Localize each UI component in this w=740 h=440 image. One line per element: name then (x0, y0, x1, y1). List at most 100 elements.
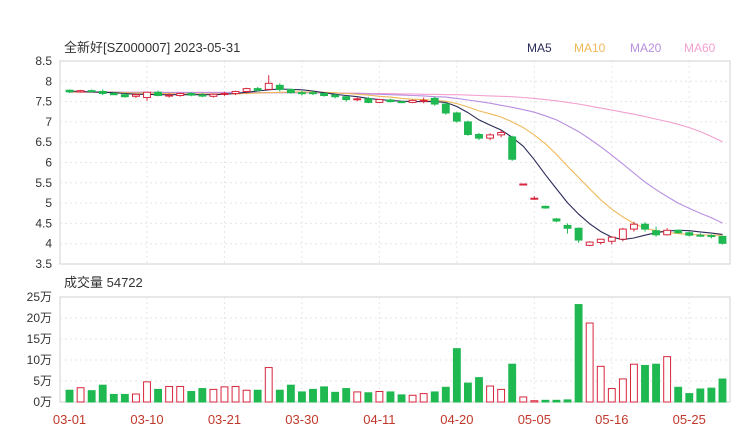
date-tick-label: 04-11 (363, 412, 395, 427)
candle (87, 89, 96, 93)
candle (76, 89, 85, 93)
price-y-tick: 4 (45, 237, 52, 251)
volume-bar (408, 394, 417, 403)
candle-body (707, 235, 716, 238)
candle (397, 100, 406, 104)
volume-bar (120, 393, 129, 403)
volume-bar (508, 363, 517, 403)
volume-bar (497, 388, 506, 403)
volume-bar (309, 388, 317, 403)
ma5-line (69, 88, 723, 241)
price-y-tick: 8 (45, 74, 52, 88)
date-axis: 03-01 03-10 03-21 03-30 04-11 04-20 05-05 05-16… (53, 412, 706, 427)
candle (641, 222, 649, 232)
candle (430, 96, 439, 106)
volume-bar (397, 394, 406, 403)
candle (596, 238, 605, 245)
candle (353, 97, 362, 102)
candle (375, 98, 384, 104)
volume-bar (585, 322, 594, 403)
volume-y-tick: 5万 (33, 374, 52, 388)
candle-body (143, 91, 151, 99)
legend-ma10: MA10 (574, 41, 606, 55)
volume-y-tick: 0万 (33, 395, 52, 409)
volume-bar (663, 356, 672, 403)
candle (486, 133, 494, 141)
candle (275, 83, 284, 92)
candle-body (674, 229, 683, 234)
volume-bar (165, 385, 174, 403)
volume-chart-title: 成交量 54722 (64, 275, 143, 290)
candle-body (519, 183, 528, 186)
volume-bar (298, 391, 306, 403)
legend: MA5 MA10 MA20 MA60 (527, 41, 716, 55)
candle-body (109, 92, 118, 96)
volume-bar (187, 391, 196, 403)
candle (530, 196, 539, 200)
volume-bar (109, 393, 118, 403)
candle (574, 227, 583, 243)
candle-body (264, 82, 273, 90)
date-tick-label: 03-10 (130, 412, 163, 427)
candle-body (342, 96, 351, 101)
legend-ma5: MA5 (527, 41, 552, 55)
date-tick-label: 03-01 (53, 412, 86, 427)
date-tick-label: 03-21 (208, 412, 241, 427)
candle-body (386, 99, 395, 103)
candle (696, 233, 705, 237)
candle (464, 120, 472, 136)
volume-bar (475, 377, 483, 403)
candle (452, 111, 461, 123)
price-y-tick: 8.5 (35, 54, 52, 68)
volume-bar (563, 399, 572, 403)
candle-body (696, 234, 705, 237)
price-grid (60, 61, 730, 264)
candle-body (132, 94, 140, 97)
candle-body (320, 92, 328, 97)
volume-bar (143, 381, 151, 403)
candle-body (718, 235, 727, 244)
ma60-line (69, 91, 723, 143)
candle-body (364, 98, 373, 103)
candle (508, 135, 517, 161)
candle (176, 92, 185, 97)
price-chart-title: 全新好[SZ000007] 2023-05-31 (64, 40, 240, 55)
volume-bar (98, 384, 107, 403)
price-y-tick: 5.5 (35, 176, 52, 190)
volume-bar (696, 388, 705, 403)
volume-bar (342, 388, 351, 403)
volume-y-tick: 10万 (27, 353, 52, 367)
candle (143, 91, 151, 101)
candle (320, 92, 328, 97)
volume-bar (154, 388, 162, 403)
candle-body (220, 92, 229, 95)
price-y-tick: 4.5 (35, 216, 52, 230)
volume-bar (630, 363, 638, 403)
candle-body (165, 94, 174, 97)
candle-body (397, 101, 406, 104)
candle-body (331, 94, 340, 98)
candle-body (286, 88, 295, 94)
candle-body (641, 223, 649, 230)
candle (386, 98, 395, 103)
candle (652, 226, 660, 237)
volume-bar (641, 364, 649, 403)
volume-y-axis: 25万 20万 15万 10万 5万 0万 (27, 290, 52, 409)
volume-bar (209, 388, 218, 403)
volume-bar (674, 386, 683, 403)
volume-bar (76, 387, 85, 403)
volume-bar (264, 367, 273, 403)
candle (419, 97, 428, 104)
candle-body (298, 92, 306, 95)
candle-body (231, 90, 240, 94)
volume-y-tick: 15万 (27, 332, 52, 346)
date-tick-label: 05-16 (595, 412, 628, 427)
volume-bar (386, 391, 395, 403)
candle-body (452, 112, 461, 122)
candle (98, 89, 107, 96)
candle-body (430, 97, 439, 105)
price-y-axis: 8.5 8 7.5 7 6.5 6 5.5 5 4.5 4 3.5 (35, 54, 52, 271)
candle (618, 227, 627, 242)
volume-bar (65, 389, 74, 403)
candle (718, 235, 727, 245)
